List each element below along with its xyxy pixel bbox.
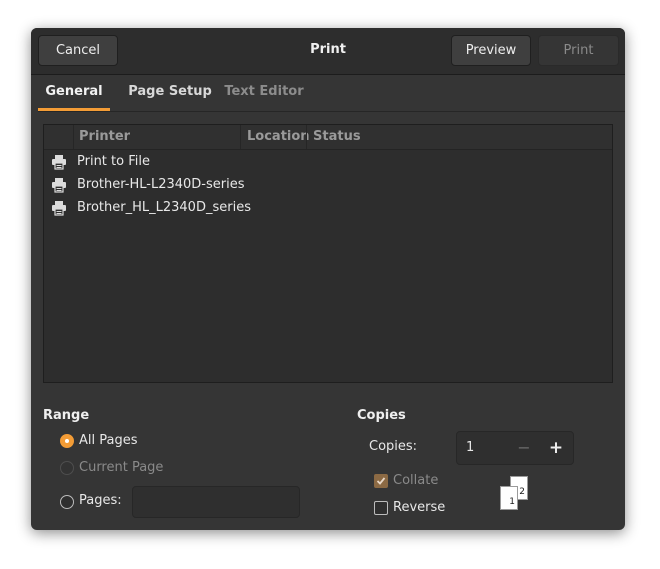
copies-section-title: Copies <box>357 408 406 423</box>
collate-page-1-number: 1 <box>509 497 515 507</box>
print-dialog: Cancel Print Preview Print General Page … <box>31 28 625 530</box>
column-header-printer[interactable]: Printer <box>79 125 239 149</box>
increment-button[interactable]: + <box>545 436 567 460</box>
column-header-status[interactable]: Status <box>306 125 393 149</box>
decrement-button[interactable]: − <box>513 436 535 460</box>
preview-button[interactable]: Preview <box>451 35 531 66</box>
reverse-checkbox[interactable] <box>374 501 388 515</box>
tab-general[interactable]: General <box>38 75 110 111</box>
printer-row[interactable]: Brother-HL-L2340D-series <box>44 173 612 196</box>
collate-page-1: 1 <box>500 486 518 510</box>
pages-label[interactable]: Pages: <box>79 493 122 508</box>
copies-spinbutton[interactable]: 1 − + <box>456 431 574 465</box>
current-page-label[interactable]: Current Page <box>79 460 163 475</box>
collate-preview-icon: 2 1 <box>500 476 532 514</box>
print-button[interactable]: Print <box>538 35 619 66</box>
all-pages-label[interactable]: All Pages <box>79 433 138 448</box>
printer-row[interactable]: Brother_HL_L2340D_series <box>44 196 612 219</box>
pages-radio[interactable] <box>60 495 74 509</box>
tab-text-editor[interactable]: Text Editor <box>224 75 304 111</box>
all-pages-radio[interactable] <box>60 434 74 448</box>
printer-list[interactable]: Printer Location Status Print to File Br… <box>43 124 613 383</box>
collate-label[interactable]: Collate <box>393 473 438 488</box>
copies-label: Copies: <box>369 439 418 454</box>
printer-name: Brother_HL_L2340D_series <box>77 200 251 215</box>
printer-name: Brother-HL-L2340D-series <box>77 177 245 192</box>
copies-value[interactable]: 1 <box>466 440 474 455</box>
collate-checkbox[interactable] <box>374 474 388 488</box>
header-bar: Cancel Print Preview Print <box>31 28 625 75</box>
pages-input[interactable] <box>132 486 300 518</box>
checkmark-icon <box>376 477 386 485</box>
printer-icon <box>44 200 73 216</box>
current-page-radio[interactable] <box>60 461 74 475</box>
range-section-title: Range <box>43 408 90 423</box>
tab-bar: General Page Setup Text Editor <box>38 75 625 112</box>
reverse-label[interactable]: Reverse <box>393 500 445 515</box>
printer-icon <box>44 177 73 193</box>
printer-icon <box>44 154 73 170</box>
printer-name: Print to File <box>77 154 150 169</box>
printer-list-header: Printer Location Status <box>44 125 612 150</box>
printer-row[interactable]: Print to File <box>44 150 612 173</box>
tab-page-setup[interactable]: Page Setup <box>124 75 216 111</box>
dialog-title: Print <box>310 42 346 57</box>
column-header-icon <box>44 125 74 149</box>
column-header-location[interactable]: Location <box>240 125 310 149</box>
collate-page-2-number: 2 <box>519 487 525 497</box>
